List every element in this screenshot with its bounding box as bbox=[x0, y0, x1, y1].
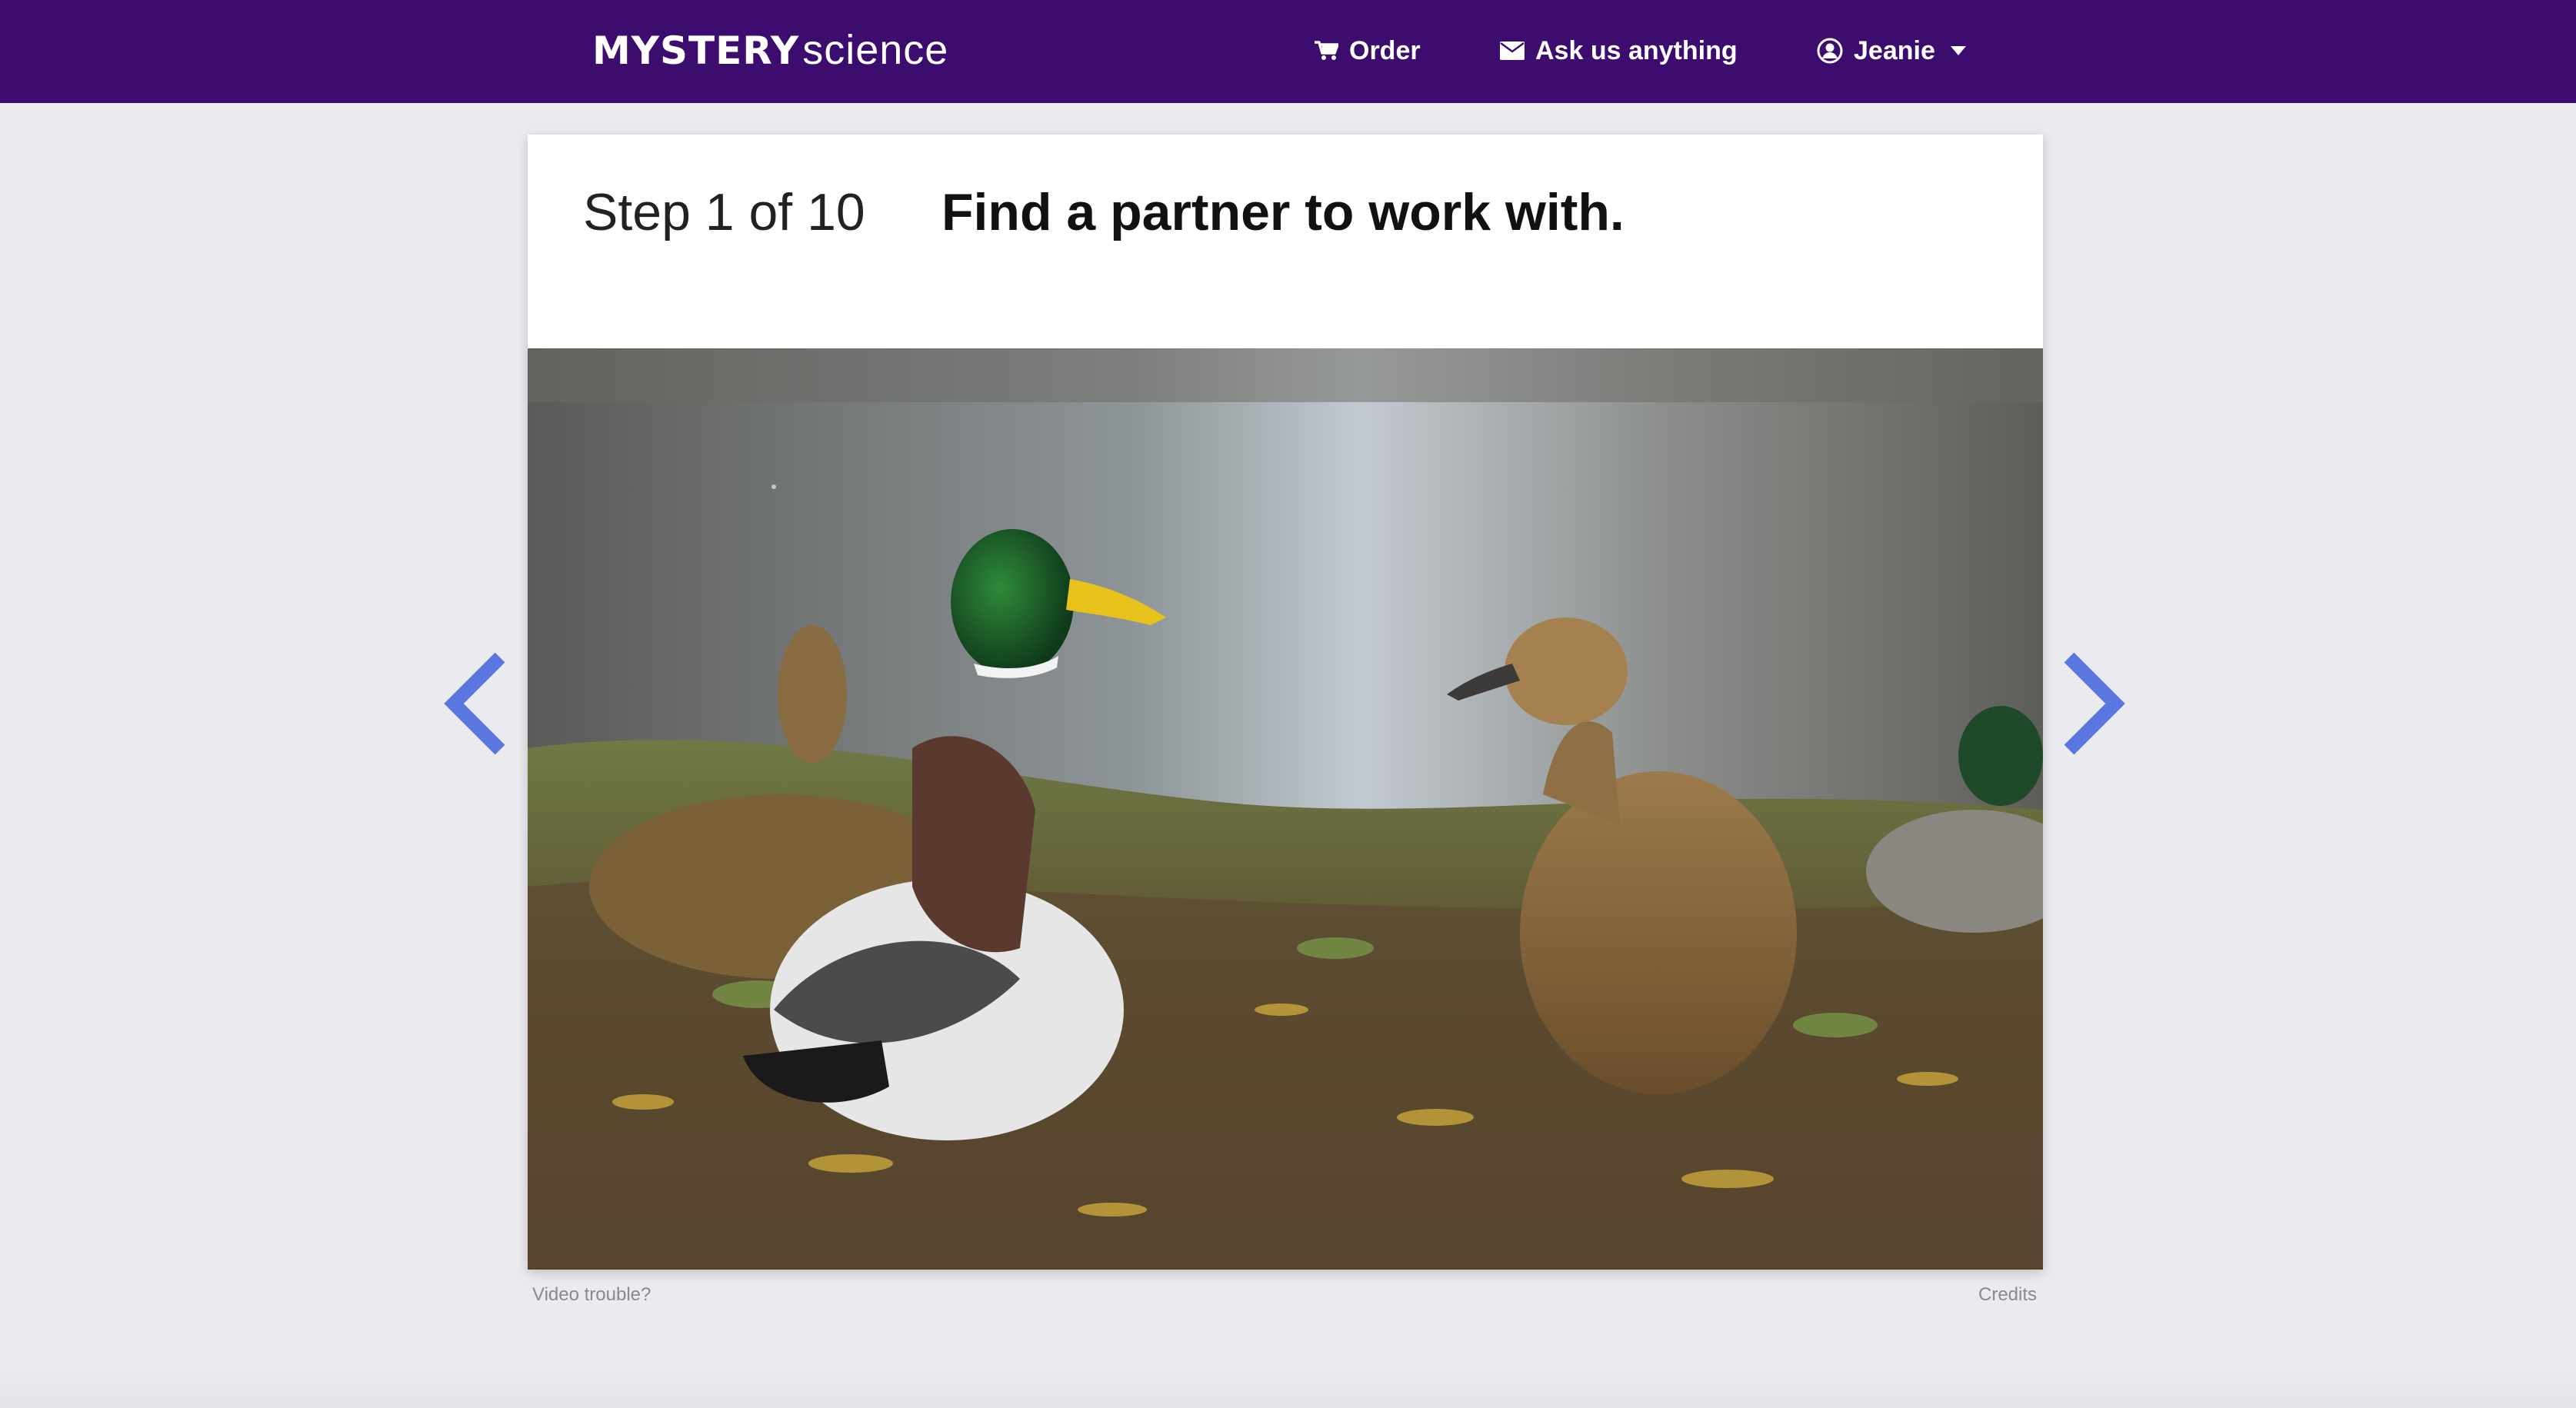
order-label: Order bbox=[1349, 35, 1421, 65]
user-menu[interactable]: Jeanie bbox=[1817, 29, 1966, 72]
credits-link[interactable]: Credits bbox=[1978, 1284, 2037, 1306]
user-name: Jeanie bbox=[1854, 35, 1935, 65]
ask-us-anything-link[interactable]: Ask us anything bbox=[1500, 29, 1738, 72]
duck-photo-illustration bbox=[528, 348, 2043, 1270]
mystery-science-logo[interactable]: MYSTERY science bbox=[592, 26, 948, 77]
page-bottom bbox=[0, 1369, 2576, 1408]
chevron-right-icon bbox=[2064, 652, 2125, 755]
duck-photo[interactable] bbox=[528, 348, 2043, 1270]
envelope-icon bbox=[1500, 42, 1525, 60]
step-header: Step 1 of 10 Find a partner to work with… bbox=[528, 135, 2043, 348]
cart-icon bbox=[1315, 41, 1338, 60]
step-counter: Step 1 of 10 bbox=[583, 183, 865, 241]
ask-us-anything-label: Ask us anything bbox=[1535, 35, 1738, 65]
logo-wordmark-light: science bbox=[802, 27, 949, 73]
video-trouble-link[interactable]: Video trouble? bbox=[532, 1284, 651, 1306]
caret-down-icon bbox=[1950, 46, 1966, 55]
top-navigation-bar: MYSTERY science Order Ask us anything Je… bbox=[0, 0, 2576, 103]
previous-step-button[interactable] bbox=[438, 650, 508, 757]
user-circle-icon bbox=[1817, 38, 1843, 64]
logo-wordmark-bold: MYSTERY bbox=[592, 28, 800, 73]
step-card: Step 1 of 10 Find a partner to work with… bbox=[528, 135, 2043, 1270]
next-step-button[interactable] bbox=[2061, 650, 2131, 757]
chevron-left-icon bbox=[444, 652, 505, 755]
order-link[interactable]: Order bbox=[1314, 29, 1421, 72]
step-instruction: Find a partner to work with. bbox=[941, 183, 1625, 241]
